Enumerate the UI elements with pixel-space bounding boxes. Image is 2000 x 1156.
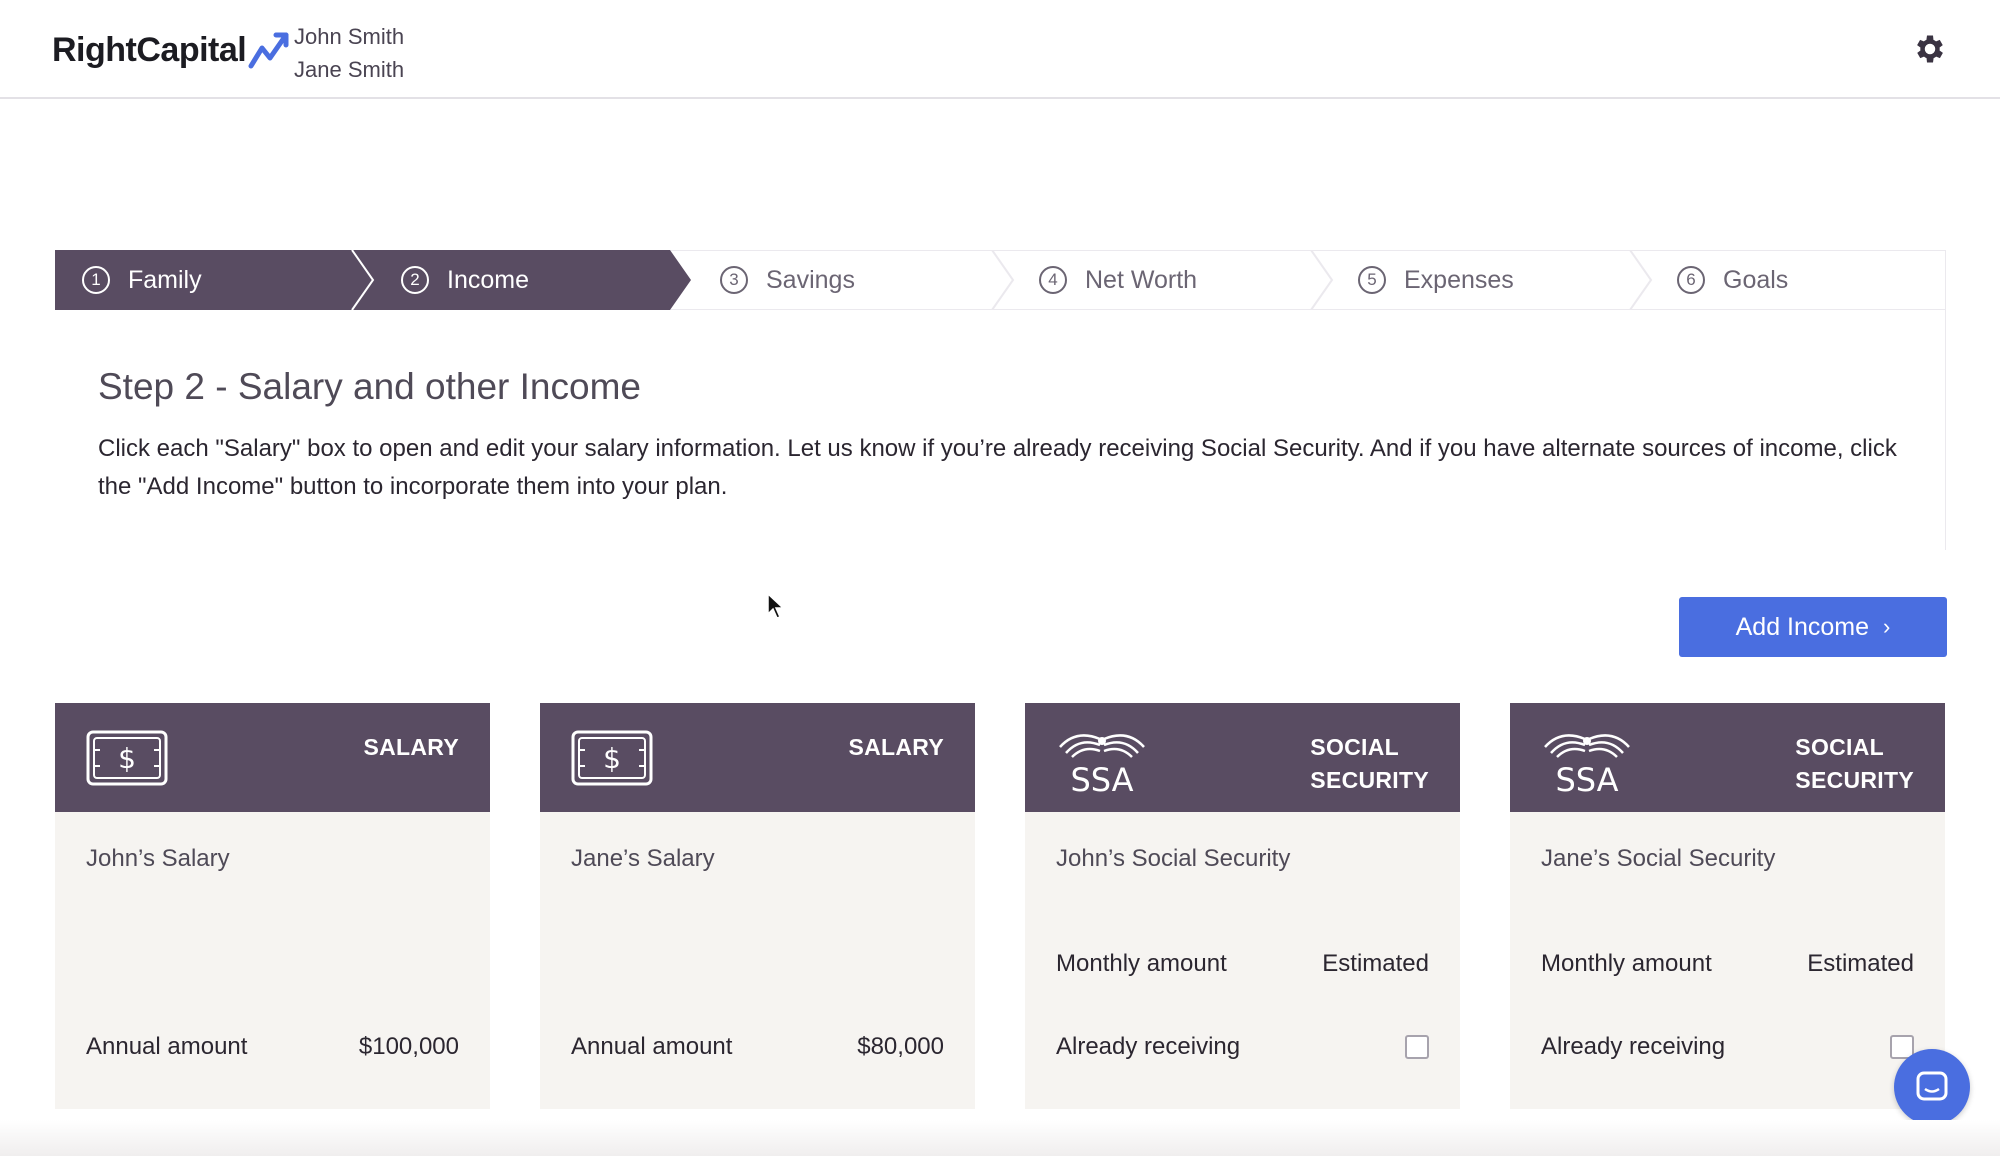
annual-amount-row: Annual amount $100,000 [86, 1033, 459, 1061]
ssa-eagle-icon: SSA [1544, 734, 1630, 795]
card-title: John’s Social Security [1056, 845, 1291, 872]
step-divider [1629, 250, 1653, 310]
step-label: Expenses [1404, 265, 1514, 294]
page-title: Step 2 - Salary and other Income [98, 366, 641, 407]
card-header: SSA SOCIAL SECURITY [1025, 703, 1460, 812]
chat-launcher-button[interactable] [1894, 1049, 1970, 1125]
social-security-card-john[interactable]: SSA SOCIAL SECURITY John’s Social Securi… [1025, 703, 1460, 1109]
chevron-right-icon: › [1883, 614, 1891, 639]
card-header: $ SALARY [55, 703, 490, 812]
step-label: Savings [766, 265, 855, 294]
already-receiving-row: Already receiving [1541, 1033, 1914, 1061]
svg-text:$: $ [118, 742, 136, 775]
ssa-icon-text: SSA [1070, 761, 1133, 795]
mouse-cursor-icon [767, 593, 785, 619]
progress-stepper: 1 Family 2 Income 3 Savings 4 Net Worth … [55, 250, 1946, 310]
row-label: Annual amount [86, 1033, 248, 1060]
row-value: Estimated [1807, 950, 1914, 977]
ssa-eagle-icon: SSA [1059, 734, 1145, 795]
row-label: Monthly amount [1541, 950, 1712, 977]
step-goals[interactable]: 6 Goals [1677, 251, 1788, 309]
row-value: Estimated [1322, 950, 1429, 977]
step-savings[interactable]: 3 Savings [720, 251, 855, 309]
salary-card-john[interactable]: $ SALARY John’s Salary Annual amount $10… [55, 703, 490, 1109]
card-type-label: SALARY [363, 734, 459, 760]
row-label: Already receiving [1541, 1033, 1726, 1060]
step-number: 5 [1358, 266, 1386, 294]
chat-bubble-icon [1916, 1071, 1948, 1101]
row-label: Already receiving [1056, 1033, 1241, 1060]
card-type-label: SALARY [848, 734, 944, 760]
row-label: Monthly amount [1056, 950, 1227, 977]
add-income-label: Add Income [1735, 612, 1870, 641]
already-receiving-row: Already receiving [1056, 1033, 1429, 1061]
logo-chart-icon [248, 32, 289, 69]
client-name-2: Jane Smith [294, 57, 405, 82]
step-divider [991, 250, 1015, 310]
card-type-label: SOCIAL SECURITY [1310, 731, 1429, 797]
page-bottom-edge [0, 1120, 2000, 1156]
card-header: $ SALARY [540, 703, 975, 812]
card-type-line: SECURITY [1310, 767, 1429, 793]
card-title: John’s Salary [86, 845, 230, 872]
cash-icon: $ [86, 730, 168, 786]
monthly-amount-row: Monthly amount Estimated [1541, 950, 1914, 978]
step-expenses[interactable]: 5 Expenses [1358, 251, 1514, 309]
step-number: 1 [82, 266, 110, 294]
step-divider [1310, 250, 1334, 310]
row-label: Annual amount [571, 1033, 733, 1060]
row-value: $80,000 [857, 1033, 944, 1060]
step-net-worth[interactable]: 4 Net Worth [1039, 251, 1197, 309]
card-title: Jane’s Salary [571, 845, 715, 872]
client-names: John Smith Jane Smith [294, 20, 404, 86]
gear-icon[interactable] [1912, 31, 1948, 67]
page-description: Click each "Salary" box to open and edit… [98, 435, 1897, 500]
step-income[interactable]: 2 Income [401, 251, 529, 309]
step-label: Net Worth [1085, 265, 1198, 294]
monthly-amount-row: Monthly amount Estimated [1056, 950, 1429, 978]
card-type-label: SOCIAL SECURITY [1795, 731, 1914, 797]
app-header: RightCapital John Smith Jane Smith [0, 0, 2000, 99]
client-name-1: John Smith [294, 24, 405, 49]
social-security-card-jane[interactable]: SSA SOCIAL SECURITY Jane’s Social Securi… [1510, 703, 1945, 1109]
card-type-line: SOCIAL [1310, 734, 1399, 760]
row-value: $100,000 [358, 1033, 459, 1060]
step-family[interactable]: 1 Family [82, 251, 202, 309]
step-number: 3 [720, 266, 748, 294]
salary-card-jane[interactable]: $ SALARY Jane’s Salary Annual amount $80… [540, 703, 975, 1109]
card-type-line: SECURITY [1795, 767, 1914, 793]
step-number: 4 [1039, 266, 1067, 294]
step-content-panel: Step 2 - Salary and other Income Click e… [55, 310, 1946, 550]
step-label: Family [128, 265, 202, 294]
step-number: 2 [401, 266, 429, 294]
card-type-line: SOCIAL [1795, 734, 1884, 760]
cash-icon: $ [571, 730, 653, 786]
card-header: SSA SOCIAL SECURITY [1510, 703, 1945, 812]
add-income-button[interactable]: Add Income › [1679, 597, 1947, 657]
step-label: Income [447, 265, 529, 294]
card-title: Jane’s Social Security [1541, 845, 1776, 872]
step-number: 6 [1677, 266, 1705, 294]
logo-text: RightCapital [52, 30, 247, 69]
ssa-icon-text: SSA [1555, 761, 1618, 795]
step-label: Goals [1723, 265, 1789, 294]
already-receiving-checkbox[interactable] [1405, 1035, 1429, 1059]
svg-text:$: $ [603, 742, 621, 775]
annual-amount-row: Annual amount $80,000 [571, 1033, 944, 1061]
rightcapital-logo[interactable]: RightCapital [52, 30, 292, 70]
